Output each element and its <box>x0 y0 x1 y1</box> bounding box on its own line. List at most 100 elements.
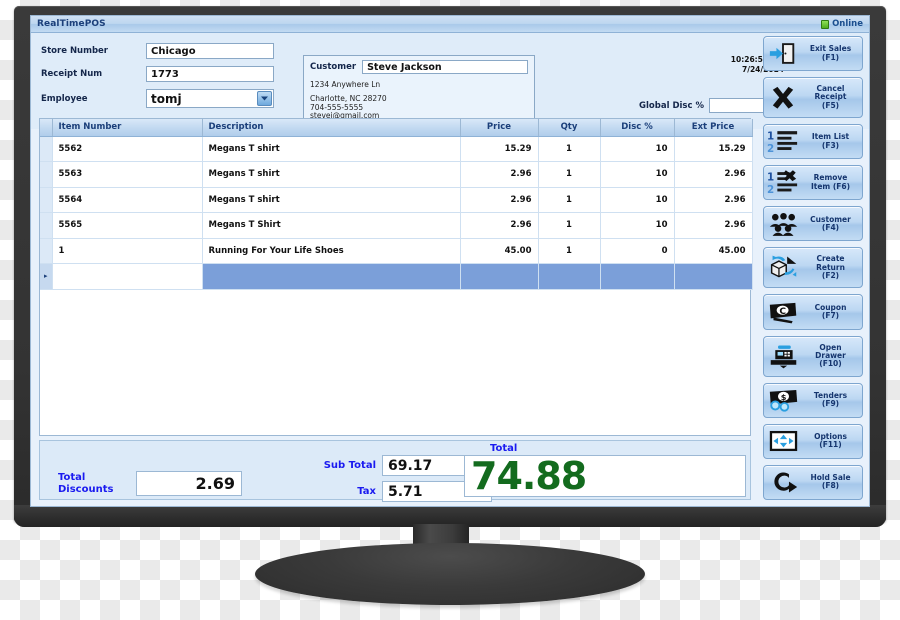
row-selector-cell[interactable] <box>40 136 53 162</box>
sidebar-button-label: Tenders (F9) <box>813 390 848 409</box>
cell-description: Running For Your Life Shoes <box>202 238 461 264</box>
svg-text:2: 2 <box>767 184 774 195</box>
cell-ext-price: 2.96 <box>674 161 753 188</box>
sub-total-row: Sub Total 69.17 <box>290 455 492 476</box>
row-selector-cell[interactable] <box>40 187 53 213</box>
cell-disc-pct: 0 <box>600 238 675 264</box>
svg-text:C: C <box>779 307 786 317</box>
return-box-icon <box>767 254 799 282</box>
svg-text:1: 1 <box>767 172 774 184</box>
cell-price: 2.96 <box>460 161 539 188</box>
cell-price-empty[interactable] <box>460 263 539 290</box>
cell-description: Megans T shirt <box>202 136 461 162</box>
row-selector-cell[interactable] <box>40 212 53 239</box>
cell-ext-price-empty[interactable] <box>674 263 753 290</box>
sidebar-button-create[interactable]: Create Return (F2) <box>763 247 863 289</box>
cell-price: 45.00 <box>460 238 539 264</box>
money-coins-icon: $ <box>767 386 799 414</box>
cell-item-number: 5562 <box>52 136 203 162</box>
row-selector-cell[interactable] <box>40 238 53 264</box>
status-badge: Online <box>821 19 863 29</box>
column-header-price[interactable]: Price <box>460 119 539 137</box>
svg-text:1: 1 <box>767 131 774 143</box>
customer-name-input[interactable]: Steve Jackson <box>362 60 528 74</box>
exit-door-icon <box>767 40 799 68</box>
store-number-label: Store Number <box>41 46 109 56</box>
current-row-marker-icon: ▸ <box>43 272 48 281</box>
cell-ext-price: 45.00 <box>674 238 753 264</box>
table-row[interactable]: 5565 Megans T Shirt 2.96 1 10 2.96 <box>40 212 753 239</box>
sidebar-button-label: Hold Sale (F8) <box>810 473 851 491</box>
column-header-description[interactable]: Description <box>202 119 461 137</box>
column-header-item-number[interactable]: Item Number <box>52 119 203 137</box>
cell-qty-empty[interactable] <box>538 263 601 290</box>
employee-row: Employee tomj <box>41 89 289 108</box>
arrows-options-icon <box>767 427 799 455</box>
receipt-num-input[interactable]: 1773 <box>146 66 274 82</box>
sidebar-button-tenders[interactable]: $ Tenders (F9) <box>763 382 863 418</box>
customer-header-row: Customer Steve Jackson <box>310 60 528 74</box>
global-discount-label: Global Disc % <box>639 100 704 111</box>
column-header-disc-pct[interactable]: Disc % <box>600 119 675 137</box>
receipt-num-label: Receipt Num <box>41 69 103 79</box>
sidebar-button-hold-sale[interactable]: Hold Sale (F8) <box>763 464 863 500</box>
sidebar-button-options[interactable]: Options (F11) <box>763 423 863 459</box>
column-header-qty[interactable]: Qty <box>538 119 601 137</box>
cell-disc-pct: 10 <box>600 136 675 162</box>
chevron-down-icon[interactable] <box>257 91 272 106</box>
store-number-input[interactable]: Chicago <box>146 43 274 59</box>
table-row[interactable]: 5563 Megans T shirt 2.96 1 10 2.96 <box>40 161 753 188</box>
sidebar-button-customer[interactable]: Customer (F4) <box>763 206 863 242</box>
customer-panel: Customer Steve Jackson 1234 Anywhere Ln … <box>303 55 535 127</box>
grid-header-row: Item Number Description Price Qty Disc %… <box>40 119 753 137</box>
row-selector-cell-current[interactable]: ▸ <box>40 263 53 290</box>
cell-ext-price: 15.29 <box>674 136 753 162</box>
status-badge-label: Online <box>832 19 863 29</box>
sidebar-button-open[interactable]: Open Drawer (F10) <box>763 335 863 377</box>
row-selector-cell[interactable] <box>40 161 53 188</box>
cell-disc-pct-empty[interactable] <box>600 263 675 290</box>
total-discounts-label: Total Discounts <box>58 472 114 495</box>
sidebar-button-exit-sales[interactable]: Exit Sales (F1) <box>763 36 863 72</box>
hold-arrow-icon <box>767 468 799 496</box>
cell-item-number-empty[interactable] <box>52 263 203 290</box>
sidebar-button-label: Cancel Receipt (F5) <box>814 84 847 110</box>
svg-text:$: $ <box>780 392 786 402</box>
sub-total-label: Sub Total <box>323 460 376 471</box>
employee-select[interactable]: tomj <box>146 89 274 108</box>
cell-qty: 1 <box>538 212 601 239</box>
cell-item-number: 5564 <box>52 187 203 213</box>
screenshot-root: RealTimePOS Online Store Number Chicago … <box>0 0 900 620</box>
sidebar-button-label: Item List (F3) <box>811 132 850 150</box>
cell-qty: 1 <box>538 238 601 264</box>
sidebar-button-remove[interactable]: 1 2 Remove Item (F6) <box>763 165 863 201</box>
table-row[interactable]: 5564 Megans T shirt 2.96 1 10 2.96 <box>40 187 753 213</box>
pos-application-window: RealTimePOS Online Store Number Chicago … <box>30 15 870 507</box>
column-header-ext-price[interactable]: Ext Price <box>674 119 753 137</box>
grand-total-box: 74.88 <box>464 454 746 498</box>
totals-panel: Total Discounts 2.69 Sub Total 69.17 Tax… <box>39 440 751 502</box>
total-discounts-row: Total Discounts 2.69 <box>58 471 242 496</box>
sidebar-button-label: Open Drawer (F10) <box>815 342 846 369</box>
monitor-stand-base <box>255 543 645 605</box>
table-new-row[interactable]: ▸ <box>40 263 753 290</box>
grand-total-value: 74.88 <box>471 454 587 498</box>
window-titlebar: RealTimePOS Online <box>31 16 869 33</box>
store-fields-column: Store Number Chicago Receipt Num 1773 Em… <box>41 43 289 115</box>
sidebar-button-item-list[interactable]: 1 2 Item List (F3) <box>763 124 863 160</box>
table-row[interactable]: 1 Running For Your Life Shoes 45.00 1 0 45.00 <box>40 238 753 264</box>
cell-disc-pct: 10 <box>600 187 675 213</box>
coupon-icon: C <box>767 298 799 326</box>
table-row[interactable]: 5562 Megans T shirt 15.29 1 10 15.29 <box>40 136 753 162</box>
cell-ext-price: 2.96 <box>674 212 753 239</box>
cell-description: Megans T Shirt <box>202 212 461 239</box>
sidebar-button-coupon[interactable]: C Coupon (F7) <box>763 294 863 330</box>
store-number-row: Store Number Chicago <box>41 43 289 59</box>
x-cross-icon <box>767 84 799 112</box>
employee-label: Employee <box>41 93 88 104</box>
cell-description-empty[interactable] <box>202 263 461 290</box>
sidebar-button-cancel[interactable]: Cancel Receipt (F5) <box>763 77 863 119</box>
employee-select-value: tomj <box>151 91 182 106</box>
cell-description: Megans T shirt <box>202 187 461 213</box>
line-items-grid[interactable]: Item Number Description Price Qty Disc %… <box>39 118 753 436</box>
